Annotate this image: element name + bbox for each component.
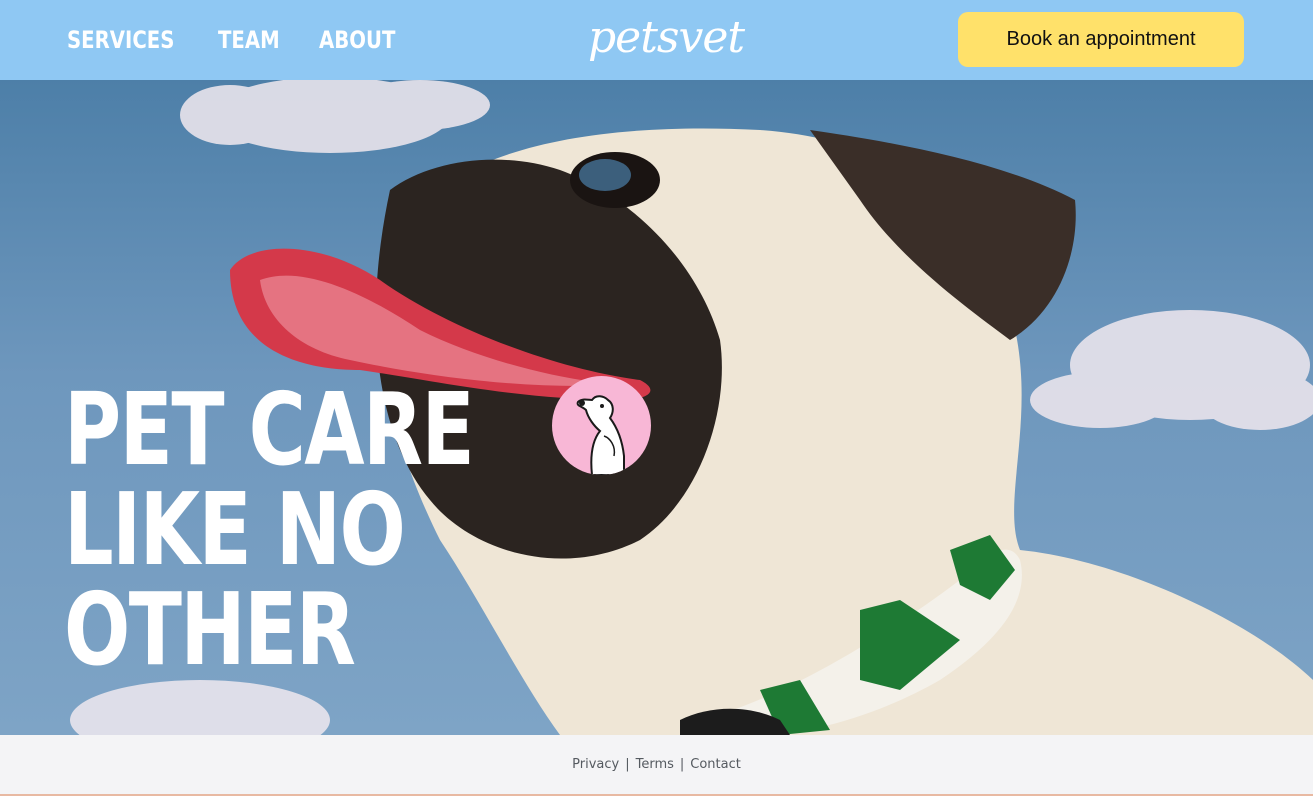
footer-separator: |	[679, 757, 685, 772]
top-navbar: SERVICES TEAM ABOUT petsvet Book an appo…	[0, 0, 1313, 80]
footer-separator: |	[625, 757, 630, 772]
nav-link-about[interactable]: ABOUT	[319, 26, 395, 54]
hero-section: PET CARE LIKE NO OTHER	[0, 80, 1313, 735]
poodle-badge[interactable]	[552, 376, 651, 475]
book-appointment-button[interactable]: Book an appointment	[958, 12, 1244, 67]
main-nav: SERVICES TEAM ABOUT	[67, 0, 412, 80]
nav-link-services[interactable]: SERVICES	[67, 26, 174, 54]
poodle-icon	[576, 395, 625, 475]
footer-link-contact[interactable]: Contact	[690, 757, 741, 772]
footer-link-terms[interactable]: Terms	[636, 757, 674, 772]
footer-link-privacy[interactable]: Privacy	[572, 757, 619, 772]
hero-heading-line-3: OTHER	[64, 571, 356, 688]
hero-heading-line-2: LIKE NO	[64, 471, 406, 588]
site-logo[interactable]: petsvet	[588, 6, 745, 70]
hero-heading: PET CARE LIKE NO OTHER	[64, 371, 475, 688]
nav-link-team[interactable]: TEAM	[218, 26, 280, 54]
hero-heading-line-1: PET CARE	[64, 371, 475, 488]
site-footer: Privacy | Terms | Contact	[0, 735, 1313, 794]
